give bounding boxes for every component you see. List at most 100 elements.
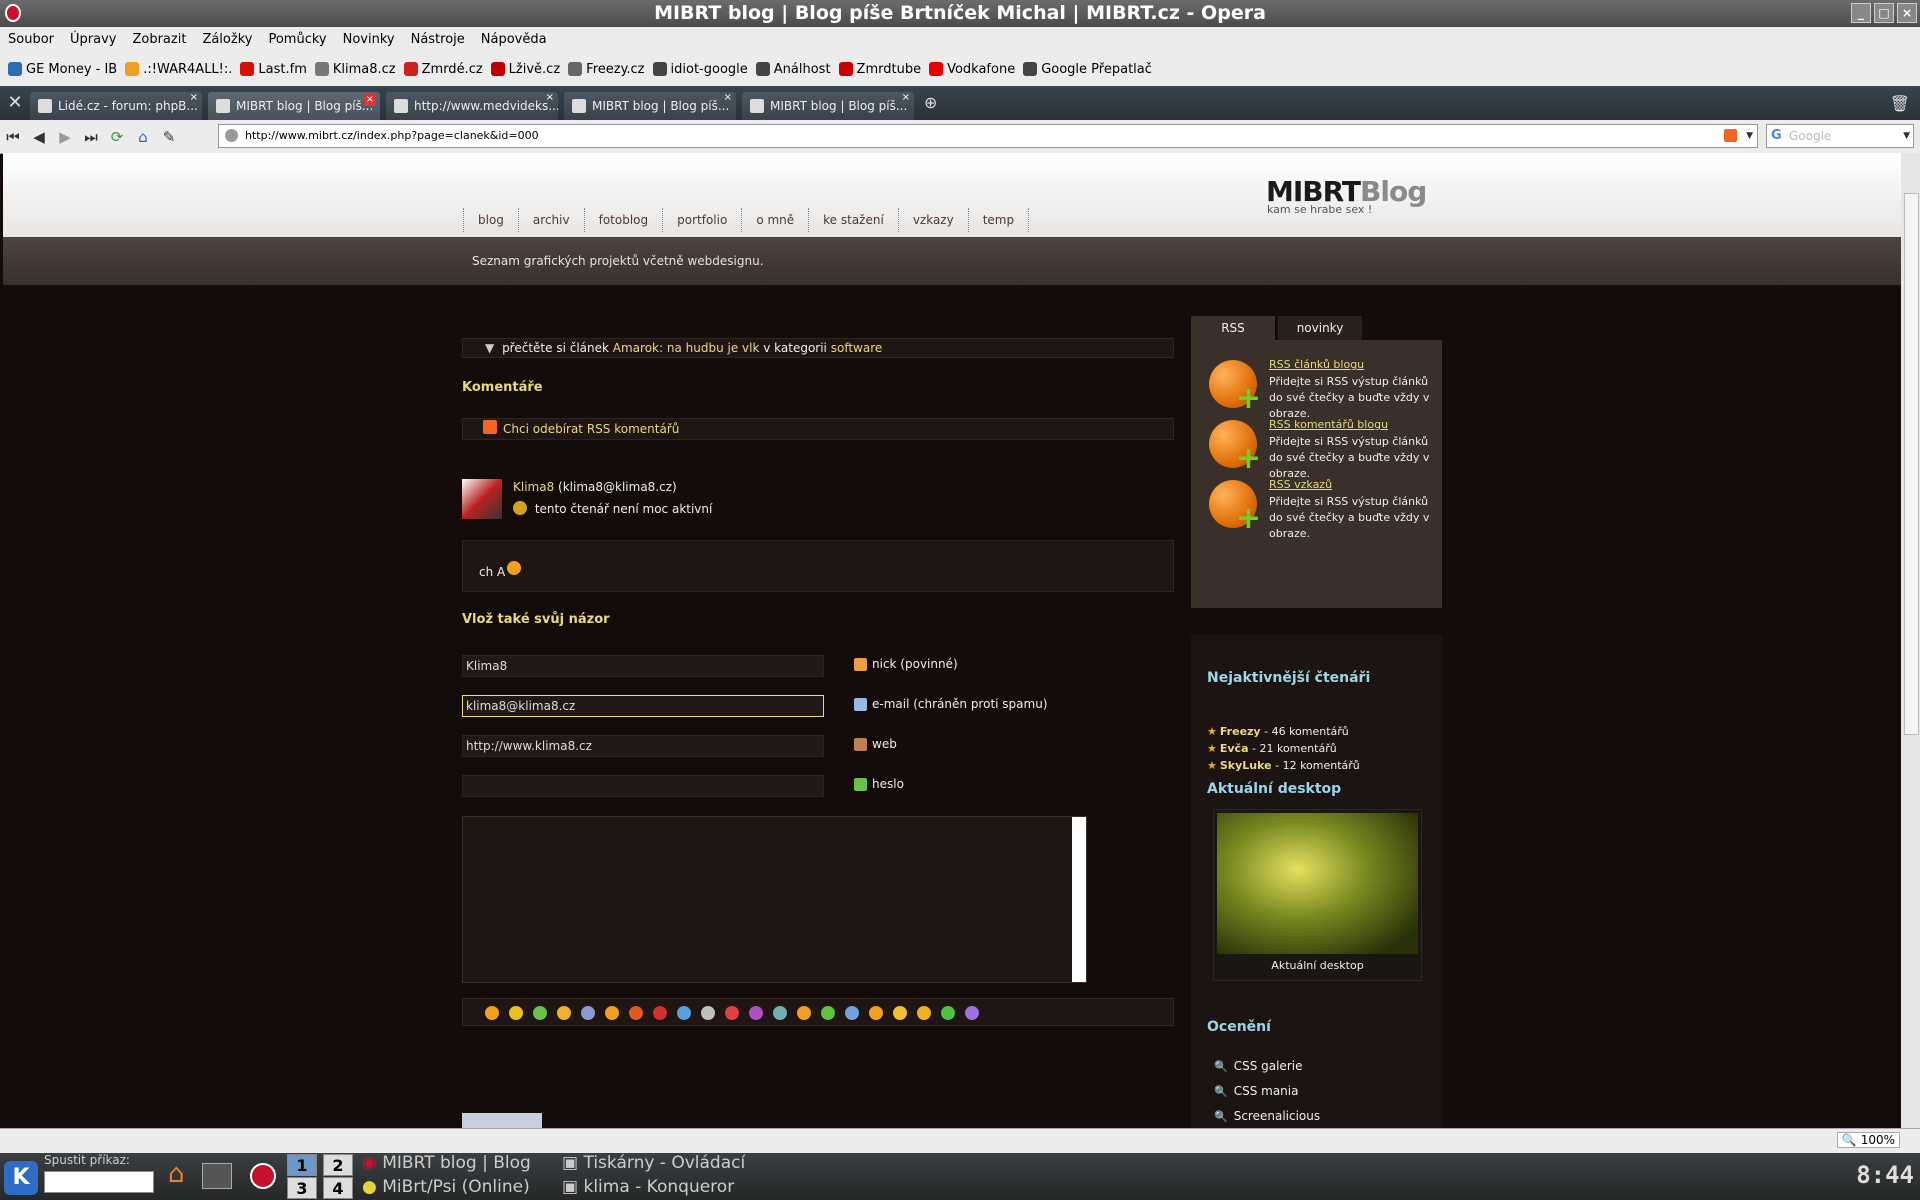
task-psi[interactable]: ● MiBrt/Psi (Online) <box>362 1177 552 1197</box>
tab-close-icon[interactable]: × <box>190 92 198 112</box>
maximize-button[interactable]: □ <box>1874 3 1894 23</box>
menu-nastroje[interactable]: Nástroje <box>403 32 473 47</box>
rewind-icon[interactable]: ⏮ <box>0 128 26 146</box>
smiley-icon[interactable] <box>485 1006 499 1020</box>
tools-icon[interactable]: ✕ <box>0 86 30 120</box>
rss-feed-icon[interactable] <box>1209 420 1261 474</box>
fast-forward-icon[interactable]: ⏭ <box>78 128 104 146</box>
opera-launcher-icon[interactable] <box>250 1163 276 1189</box>
new-tab-button[interactable]: ⊕ <box>924 86 937 120</box>
site-nav-link[interactable]: ke stažení <box>808 208 899 232</box>
site-nav-link[interactable]: temp <box>967 208 1030 232</box>
browser-tab[interactable]: Lidé.cz - forum: phpB... × <box>30 92 202 120</box>
browser-tab[interactable]: MIBRT blog | Blog píš... × <box>564 92 736 120</box>
rss-feed-link[interactable]: RSS vzkazů <box>1269 478 1332 491</box>
reload-icon[interactable]: ⟳ <box>104 128 130 146</box>
bookmark-item[interactable]: .:!WAR4ALL!:. <box>125 62 232 77</box>
rss-comments-link[interactable]: Chci odebírat RSS komentářů <box>503 422 679 436</box>
wand-icon[interactable]: ✎ <box>156 128 182 146</box>
bookmark-item[interactable]: Zmrdtube <box>838 62 921 77</box>
task-konqueror[interactable]: ▣ klima - Konqueror <box>562 1177 752 1197</box>
bookmark-item[interactable]: Análhost <box>755 62 831 77</box>
address-dropdown-icon[interactable]: ▼ <box>1746 125 1753 147</box>
smiley-icon[interactable] <box>557 1006 571 1020</box>
smiley-icon[interactable] <box>917 1006 931 1020</box>
desktop-pager-1[interactable]: 1 <box>287 1154 317 1176</box>
tab-close-icon[interactable]: × <box>546 92 554 112</box>
rss-feed-link[interactable]: RSS komentářů blogu <box>1269 418 1388 431</box>
zoom-control[interactable]: 🔍 100% <box>1836 1132 1900 1148</box>
bookmark-item[interactable]: Last.fm <box>240 62 307 77</box>
smiley-icon[interactable] <box>821 1006 835 1020</box>
smiley-icon[interactable] <box>869 1006 883 1020</box>
site-nav-link[interactable]: o mně <box>741 208 810 232</box>
home-folder-icon[interactable]: ⌂ <box>168 1159 198 1193</box>
desktop-thumbnail[interactable]: Aktuální desktop <box>1213 809 1422 981</box>
reader-name[interactable]: Freezy <box>1220 725 1261 738</box>
bookmark-item[interactable]: idiot-google <box>652 62 748 77</box>
smiley-icon[interactable] <box>749 1006 763 1020</box>
address-field[interactable]: http://www.mibrt.cz/index.php?page=clane… <box>218 124 1758 148</box>
read-article-link[interactable]: Amarok: na hudbu je vlk <box>613 341 760 355</box>
clock[interactable]: 8:44 <box>1856 1161 1914 1189</box>
smiley-icon[interactable] <box>845 1006 859 1020</box>
bookmark-item[interactable]: Klima8.cz <box>314 62 396 77</box>
smiley-icon[interactable] <box>725 1006 739 1020</box>
close-button[interactable]: × <box>1897 3 1917 23</box>
site-nav-link[interactable]: portfolio <box>662 208 743 232</box>
rss-feed-icon[interactable] <box>1209 480 1261 534</box>
kde-menu-icon[interactable]: K <box>4 1161 38 1195</box>
browser-tab[interactable]: MIBRT blog | Blog píš... × <box>742 92 914 120</box>
smiley-icon[interactable] <box>965 1006 979 1020</box>
web-input[interactable]: http://www.klima8.cz <box>462 735 824 757</box>
opera-logo-icon[interactable] <box>5 4 21 22</box>
menu-soubor[interactable]: Soubor <box>0 32 62 47</box>
trash-icon[interactable]: 🗑 <box>1890 94 1910 113</box>
reader-name[interactable]: Evča <box>1220 742 1249 755</box>
smiley-icon[interactable] <box>677 1006 691 1020</box>
smiley-icon[interactable] <box>533 1006 547 1020</box>
comment-author-link[interactable]: Klima8 <box>513 480 554 494</box>
task-opera[interactable]: ◉ MIBRT blog | Blog <box>362 1153 552 1173</box>
textarea-scrollbar[interactable] <box>1072 817 1086 982</box>
tab-novinky[interactable]: novinky <box>1278 316 1362 340</box>
rss-feed-icon[interactable] <box>1209 360 1261 414</box>
terminal-icon[interactable] <box>202 1163 232 1189</box>
smiley-icon[interactable] <box>653 1006 667 1020</box>
read-category-link[interactable]: software <box>831 341 883 355</box>
smiley-icon[interactable] <box>605 1006 619 1020</box>
site-info-icon[interactable] <box>225 129 238 142</box>
password-input[interactable] <box>462 775 824 797</box>
desktop-pager-4[interactable]: 4 <box>323 1177 353 1199</box>
menu-napoveda[interactable]: Nápověda <box>473 32 555 47</box>
award-link[interactable]: Screenalicious <box>1214 1109 1320 1123</box>
award-link[interactable]: CSS mania <box>1214 1084 1299 1098</box>
reader-name[interactable]: SkyLuke <box>1220 759 1272 772</box>
rss-feed-icon[interactable] <box>1724 129 1737 142</box>
page-scrollbar[interactable] <box>1901 153 1920 1128</box>
forward-icon[interactable]: ▶ <box>52 128 78 146</box>
menu-pomucky[interactable]: Pomůcky <box>260 32 334 47</box>
search-dropdown-icon[interactable]: ▼ <box>1903 125 1910 147</box>
site-nav-link[interactable]: vzkazy <box>897 208 969 232</box>
menu-novinky[interactable]: Novinky <box>335 32 403 47</box>
scrollbar-thumb[interactable] <box>1904 193 1919 735</box>
smiley-icon[interactable] <box>581 1006 595 1020</box>
bookmark-item[interactable]: Freezy.cz <box>568 62 645 77</box>
smiley-icon[interactable] <box>893 1006 907 1020</box>
desktop-pager-2[interactable]: 2 <box>323 1154 353 1176</box>
browser-tab[interactable]: MIBRT blog | Blog píš... × <box>208 92 380 120</box>
menu-upravy[interactable]: Úpravy <box>62 32 124 47</box>
bookmark-item[interactable]: Google Přepatlač <box>1023 62 1152 77</box>
back-icon[interactable]: ◀ <box>26 128 52 146</box>
site-nav-link[interactable]: fotoblog <box>583 208 664 232</box>
email-input[interactable]: klima8@klima8.cz <box>462 695 824 717</box>
bookmark-item[interactable]: GE Money - IB <box>8 62 117 77</box>
smiley-icon[interactable] <box>629 1006 643 1020</box>
tab-close-icon[interactable]: × <box>364 94 376 106</box>
site-nav-link[interactable]: blog <box>463 208 519 232</box>
comment-textarea[interactable] <box>462 816 1087 983</box>
tab-close-icon[interactable]: × <box>724 92 732 112</box>
tab-close-icon[interactable]: × <box>902 92 910 112</box>
search-field[interactable]: G Google ▼ <box>1766 124 1914 148</box>
